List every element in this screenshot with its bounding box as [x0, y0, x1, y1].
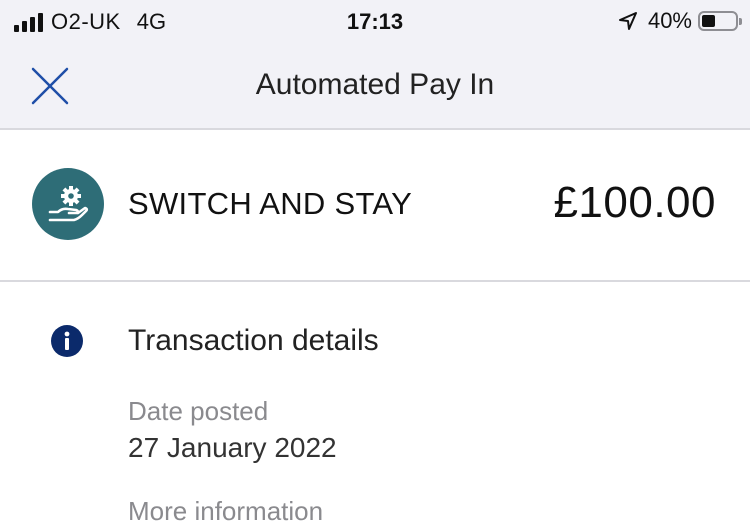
merchant-avatar: [32, 168, 104, 240]
hand-gear-icon: [48, 186, 89, 222]
page-title: Automated Pay In: [255, 68, 495, 101]
date-posted-value: 27 January 2022: [128, 432, 337, 463]
status-bar: O2-UK 4G 17:13 40%: [0, 0, 750, 44]
more-information-label: More information: [128, 496, 324, 526]
details-heading: Transaction details: [128, 324, 379, 357]
battery-level-fill: [702, 15, 715, 27]
info-icon: [51, 325, 83, 357]
transaction-details-section: Transaction details Date posted 27 Janua…: [0, 282, 750, 526]
battery-percent: 40%: [647, 8, 692, 33]
transaction-summary: SWITCH AND STAY £100.00: [0, 130, 750, 282]
battery-tip: [739, 18, 742, 25]
status-right: 40%: [618, 8, 742, 34]
transaction-amount: £100.00: [553, 178, 716, 227]
navigation-bar: Automated Pay In: [0, 44, 750, 130]
merchant-name: SWITCH AND STAY: [128, 186, 413, 221]
location-arrow-icon: [618, 12, 637, 30]
date-posted-label: Date posted: [128, 396, 269, 426]
battery-icon: [698, 11, 742, 31]
